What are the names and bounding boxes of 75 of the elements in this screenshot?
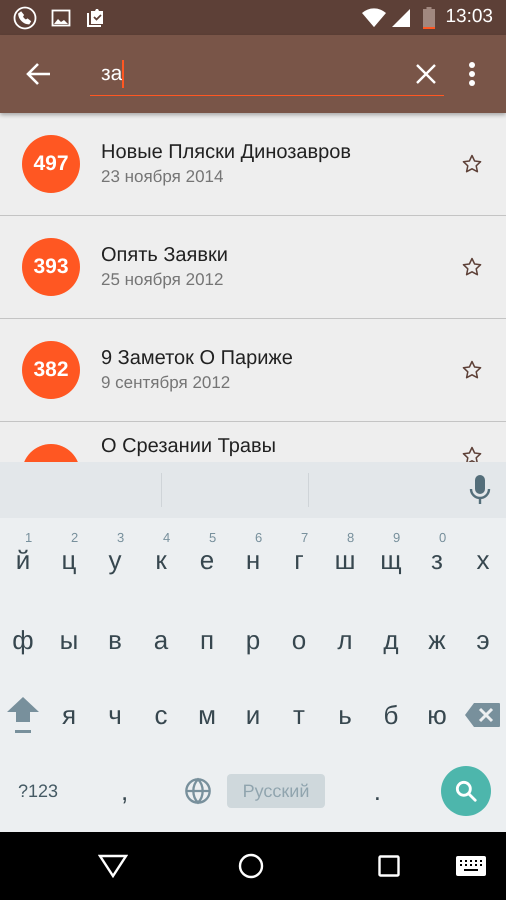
keyboard-key[interactable]: 8 ш bbox=[322, 520, 368, 600]
keyboard-key[interactable]: в bbox=[92, 600, 138, 680]
keyboard-key[interactable]: ю bbox=[414, 680, 460, 750]
keyboard-icon[interactable] bbox=[456, 856, 486, 876]
keyboard-key[interactable]: 6 н bbox=[230, 520, 276, 600]
keyboard-key[interactable]: т bbox=[276, 680, 322, 750]
key-hint: 4 bbox=[163, 529, 170, 547]
wifi-icon bbox=[361, 8, 388, 28]
keyboard-key[interactable]: . bbox=[328, 750, 426, 832]
keyboard-key[interactable]: б bbox=[368, 680, 414, 750]
key-hint: 8 bbox=[347, 529, 354, 547]
keyboard-key[interactable]: 1 й bbox=[0, 520, 46, 600]
number-badge: 497 bbox=[22, 135, 80, 193]
keyboard-key[interactable]: 7 г bbox=[276, 520, 322, 600]
back-arrow-icon bbox=[26, 62, 52, 86]
keyboard-key[interactable]: о bbox=[276, 600, 322, 680]
phone-icon bbox=[13, 6, 37, 30]
keyboard-key[interactable]: ь bbox=[322, 680, 368, 750]
result-date: 23 ноября 2014 bbox=[101, 166, 224, 188]
keyboard-key[interactable]: р bbox=[230, 600, 276, 680]
result-date: 9 сентября 2012 bbox=[101, 372, 232, 394]
signal-icon bbox=[391, 8, 412, 28]
shift-icon bbox=[6, 695, 40, 735]
key-hint: 0 bbox=[439, 529, 446, 547]
image-icon bbox=[51, 8, 71, 28]
recents-square-icon[interactable] bbox=[378, 855, 400, 877]
key-hint: 6 bbox=[255, 529, 262, 547]
keyboard-key[interactable]: 0 з bbox=[414, 520, 460, 600]
keyboard-key[interactable]: л bbox=[322, 600, 368, 680]
key-hint: 5 bbox=[209, 529, 216, 547]
key-hint: 3 bbox=[117, 529, 124, 547]
close-icon bbox=[416, 64, 436, 84]
keyboard-key[interactable]: х bbox=[460, 520, 506, 600]
keyboard-key[interactable]: п bbox=[184, 600, 230, 680]
globe-icon bbox=[184, 777, 212, 805]
number-badge: 393 bbox=[22, 238, 80, 296]
keyboard-key[interactable]: а bbox=[138, 600, 184, 680]
key-hint: 9 bbox=[393, 529, 400, 547]
microphone-icon[interactable] bbox=[469, 475, 491, 505]
keyboard-key[interactable]: э bbox=[460, 600, 506, 680]
key-hint: 1 bbox=[25, 529, 32, 547]
keyboard-key[interactable]: 2 ц bbox=[46, 520, 92, 600]
status-time: 13:03 bbox=[445, 5, 493, 30]
keyboard-key[interactable]: 9 щ bbox=[368, 520, 414, 600]
keyboard-key[interactable]: , bbox=[76, 750, 174, 832]
key-hint: 2 bbox=[71, 529, 78, 547]
number-badge: 382 bbox=[22, 341, 80, 399]
back-triangle-icon[interactable] bbox=[98, 854, 128, 878]
symbols-key[interactable]: ?123 bbox=[0, 750, 76, 832]
keyboard-key[interactable]: ч bbox=[92, 680, 138, 750]
keyboard-key[interactable]: м bbox=[184, 680, 230, 750]
keyboard-key[interactable]: 4 к bbox=[138, 520, 184, 600]
search-field[interactable]: за bbox=[90, 52, 444, 96]
search-text: за bbox=[101, 60, 122, 87]
keyboard-key[interactable]: 3 у bbox=[92, 520, 138, 600]
clear-button[interactable] bbox=[416, 64, 436, 84]
result-title[interactable]: 9 Заметок О Париже bbox=[101, 345, 460, 371]
result-title[interactable]: Опять Заявки bbox=[101, 242, 460, 268]
result-title[interactable]: О Срезании Травы bbox=[101, 433, 460, 459]
backspace-icon bbox=[465, 702, 501, 728]
keyboard-key[interactable]: 5 е bbox=[184, 520, 230, 600]
keyboard-key[interactable]: с bbox=[138, 680, 184, 750]
keyboard-key[interactable]: ы bbox=[46, 600, 92, 680]
key-hint: 7 bbox=[301, 529, 308, 547]
keyboard-key[interactable]: ж bbox=[414, 600, 460, 680]
keyboard-key[interactable]: и bbox=[230, 680, 276, 750]
keyboard-key[interactable]: я bbox=[46, 680, 92, 750]
keyboard-key[interactable]: д bbox=[368, 600, 414, 680]
star-icon[interactable] bbox=[460, 444, 484, 462]
home-circle-icon[interactable] bbox=[238, 853, 264, 879]
result-date: 25 ноября 2012 bbox=[101, 269, 224, 291]
battery-icon bbox=[423, 6, 436, 28]
more-options-button[interactable] bbox=[467, 62, 477, 86]
keyboard-key[interactable]: ф bbox=[0, 600, 46, 680]
result-title[interactable]: Новые Пляски Динозавров bbox=[101, 139, 460, 165]
